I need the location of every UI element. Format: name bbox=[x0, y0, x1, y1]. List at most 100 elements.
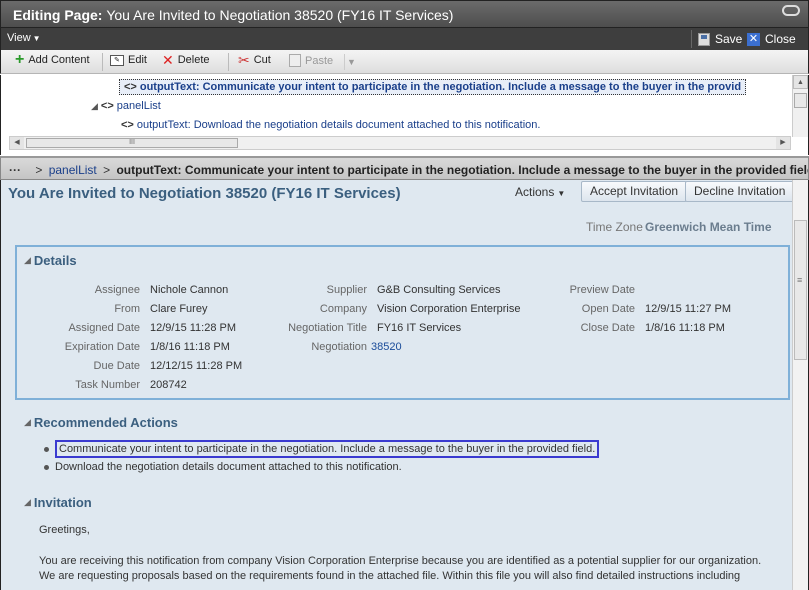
list-item-text: Download the negotiation details documen… bbox=[55, 461, 402, 473]
timezone-value: Greenwich Mean Time bbox=[645, 220, 772, 234]
breadcrumb-ellipsis[interactable]: ··· bbox=[9, 163, 21, 177]
delete-icon: ✕ bbox=[162, 52, 174, 68]
timezone-label: Time Zone bbox=[586, 220, 643, 234]
breadcrumb-panel-list[interactable]: panelList bbox=[49, 163, 97, 177]
open-date-label: Open Date bbox=[581, 303, 635, 315]
edit-label: Edit bbox=[128, 54, 147, 66]
task-number-value: 208742 bbox=[150, 379, 187, 391]
component-tag-icon: <> bbox=[124, 81, 137, 93]
save-label: Save bbox=[715, 32, 743, 46]
assignee-label: Assignee bbox=[94, 284, 140, 296]
company-value: Vision Corporation Enterprise bbox=[377, 303, 521, 315]
assignee-value: Nichole Cannon bbox=[150, 284, 229, 296]
scroll-thumb[interactable] bbox=[794, 220, 807, 360]
scissors-icon: ✂ bbox=[238, 52, 250, 68]
recommended-actions-header[interactable]: ◢ Recommended Actions bbox=[24, 415, 178, 430]
negotiation-title-label: Negotiation Title bbox=[288, 322, 367, 334]
toolbar-divider bbox=[102, 53, 103, 71]
breadcrumb-separator: > bbox=[35, 163, 43, 177]
edit-icon: ✎ bbox=[110, 54, 124, 66]
close-icon: ✕ bbox=[747, 32, 760, 46]
tree-node-label: outputText: Download the negotiation det… bbox=[136, 119, 541, 131]
due-date-value: 12/12/15 11:28 PM bbox=[150, 360, 243, 372]
negotiation-title-value: FY16 IT Services bbox=[377, 322, 462, 334]
cut-button[interactable]: ✂ Cut bbox=[238, 52, 271, 68]
actions-menu[interactable]: Actions ▼ bbox=[515, 185, 565, 199]
add-content-button[interactable]: + Add Content bbox=[15, 52, 90, 68]
delete-button[interactable]: ✕ Delete bbox=[162, 52, 210, 68]
edit-button[interactable]: ✎ Edit bbox=[110, 54, 147, 66]
delete-label: Delete bbox=[177, 54, 210, 66]
breadcrumb: ··· > panelList > outputText: Communicat… bbox=[0, 156, 809, 180]
collapse-triangle-icon[interactable]: ◢ bbox=[91, 101, 98, 112]
close-button[interactable]: ✕ Close bbox=[747, 30, 796, 48]
scroll-thumb[interactable]: III bbox=[26, 138, 238, 148]
from-label: From bbox=[114, 303, 140, 315]
decline-invitation-button[interactable]: Decline Invitation bbox=[685, 181, 795, 202]
negotiation-link[interactable]: 38520 bbox=[371, 341, 402, 353]
scroll-up-icon[interactable]: ▲ bbox=[793, 75, 808, 89]
list-item[interactable]: Communicate your intent to participate i… bbox=[44, 440, 600, 458]
invitation-paragraph-line: You are receiving this notification from… bbox=[39, 555, 762, 567]
save-icon bbox=[698, 32, 710, 46]
tree-node-label: outputText: Communicate your intent to p… bbox=[139, 81, 742, 93]
tree-vertical-scrollbar[interactable]: ▲ bbox=[792, 75, 808, 137]
bullet-icon bbox=[44, 446, 49, 452]
paste-label: Paste bbox=[305, 54, 334, 67]
tree-horizontal-scrollbar[interactable]: ◀ III ▶ bbox=[9, 136, 791, 150]
component-tree: <> outputText: Communicate your intent t… bbox=[0, 75, 809, 155]
negotiation-label: Negotiation bbox=[311, 341, 367, 353]
tree-node-output-text-selected[interactable]: <> outputText: Communicate your intent t… bbox=[119, 79, 747, 95]
invitation-header[interactable]: ◢ Invitation bbox=[24, 495, 92, 510]
list-item[interactable]: Download the negotiation details documen… bbox=[44, 461, 402, 473]
preview-date-label: Preview Date bbox=[569, 284, 635, 296]
breadcrumb-current: outputText: Communicate your intent to p… bbox=[116, 163, 809, 177]
view-menu-label: View bbox=[7, 32, 31, 44]
supplier-value: G&B Consulting Services bbox=[377, 284, 501, 296]
chevron-down-icon: ▼ bbox=[32, 34, 41, 43]
view-menu[interactable]: View ▼ bbox=[7, 32, 41, 44]
resize-grip-icon[interactable] bbox=[782, 5, 800, 16]
company-label: Company bbox=[319, 303, 367, 315]
close-label: Close bbox=[765, 32, 796, 46]
scroll-thumb[interactable] bbox=[794, 93, 807, 108]
collapse-triangle-icon: ◢ bbox=[24, 417, 31, 427]
due-date-label: Due Date bbox=[93, 360, 140, 372]
recommended-actions-title: Recommended Actions bbox=[33, 415, 178, 430]
tree-node-output-text[interactable]: <> outputText: Download the negotiation … bbox=[121, 119, 540, 131]
list-item-text: Communicate your intent to participate i… bbox=[55, 440, 600, 458]
save-button[interactable]: Save bbox=[691, 30, 742, 48]
view-bar: View ▼ Save ✕ Close bbox=[0, 28, 809, 50]
editor-toolbar: + Add Content ✎ Edit ✕ Delete ✂ Cut Past… bbox=[0, 50, 809, 74]
actions-label: Actions bbox=[515, 185, 555, 199]
breadcrumb-separator: > bbox=[103, 163, 111, 177]
assigned-date-value: 12/9/15 11:28 PM bbox=[150, 322, 237, 334]
component-tag-icon: <> bbox=[121, 119, 134, 131]
tree-node-label: panelList bbox=[116, 100, 161, 112]
component-tag-icon: <> bbox=[100, 100, 114, 112]
add-content-label: Add Content bbox=[28, 54, 90, 66]
invitation-paragraph-line: We are requesting proposals based on the… bbox=[39, 570, 741, 582]
supplier-label: Supplier bbox=[326, 284, 367, 296]
accept-invitation-button[interactable]: Accept Invitation bbox=[581, 181, 688, 202]
scroll-left-icon[interactable]: ◀ bbox=[10, 137, 24, 149]
window-title-bar: Editing Page: You Are Invited to Negotia… bbox=[0, 0, 809, 28]
from-value: Clare Furey bbox=[150, 303, 208, 315]
window-title-page: You Are Invited to Negotiation 38520 (FY… bbox=[106, 7, 454, 23]
expiration-date-value: 1/8/16 11:18 PM bbox=[150, 341, 230, 353]
main-vertical-scrollbar[interactable]: ≡ bbox=[792, 180, 808, 590]
page-preview: You Are Invited to Negotiation 38520 (FY… bbox=[0, 180, 809, 590]
invitation-greeting: Greetings, bbox=[39, 524, 90, 536]
toolbar-divider bbox=[228, 53, 229, 71]
scroll-right-icon[interactable]: ▶ bbox=[776, 137, 790, 149]
assigned-date-label: Assigned Date bbox=[68, 322, 140, 334]
tree-node-panel-list[interactable]: ◢ <> panelList bbox=[91, 100, 161, 112]
paste-button[interactable]: Paste bbox=[289, 54, 333, 67]
close-date-value: 1/8/16 11:18 PM bbox=[645, 322, 725, 334]
cut-label: Cut bbox=[253, 54, 271, 66]
page-title: You Are Invited to Negotiation 38520 (FY… bbox=[8, 185, 401, 202]
collapse-triangle-icon: ◢ bbox=[24, 255, 31, 265]
details-header[interactable]: ◢ Details bbox=[24, 253, 77, 268]
task-number-label: Task Number bbox=[75, 379, 140, 391]
toolbar-overflow-dropdown[interactable]: ▼ bbox=[344, 54, 358, 70]
